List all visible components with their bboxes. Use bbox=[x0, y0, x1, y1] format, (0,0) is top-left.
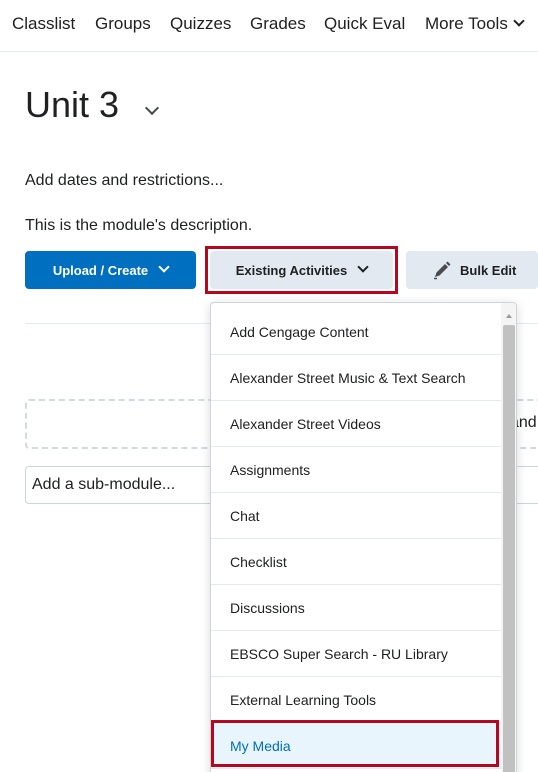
menu-item-alexander-street-music[interactable]: Alexander Street Music & Text Search bbox=[211, 355, 501, 401]
pencil-icon bbox=[432, 260, 452, 280]
menu-item-add-cengage-content[interactable]: Add Cengage Content bbox=[211, 309, 501, 355]
menu-item-my-media[interactable]: My Media bbox=[211, 723, 501, 769]
nav-item-quick-eval[interactable]: Quick Eval bbox=[324, 14, 405, 34]
add-dates-restrictions-link[interactable]: Add dates and restrictions... bbox=[25, 172, 223, 190]
chevron-down-icon[interactable] bbox=[144, 100, 160, 116]
nav-item-classlist[interactable]: Classlist bbox=[12, 14, 75, 34]
menu-item-external-learning-tools[interactable]: External Learning Tools bbox=[211, 677, 501, 723]
menu-item-checklist[interactable]: Checklist bbox=[211, 539, 501, 585]
existing-activities-label: Existing Activities bbox=[235, 262, 348, 278]
more-tools-label: More Tools bbox=[425, 14, 508, 33]
existing-activities-button[interactable]: Existing Activities bbox=[210, 251, 393, 289]
page-title: Unit 3 bbox=[25, 84, 120, 125]
add-submodule-placeholder: Add a sub-module... bbox=[32, 476, 176, 493]
menu-item-alexander-street-videos[interactable]: Alexander Street Videos bbox=[211, 401, 501, 447]
menu-item-ebsco-super-search[interactable]: EBSCO Super Search - RU Library bbox=[211, 631, 501, 677]
menu-item-assignments[interactable]: Assignments bbox=[211, 447, 501, 493]
upload-create-label: Upload / Create bbox=[52, 262, 149, 278]
module-description: This is the module's description. bbox=[25, 217, 253, 234]
upload-create-button[interactable]: Upload / Create bbox=[25, 251, 196, 289]
nav-item-quizzes[interactable]: Quizzes bbox=[170, 14, 231, 34]
existing-activities-menu: Add Cengage Content Alexander Street Mus… bbox=[210, 302, 517, 772]
bulk-edit-label: Bulk Edit bbox=[460, 262, 517, 278]
menu-item-chat[interactable]: Chat bbox=[211, 493, 501, 539]
menu-scrollbar[interactable] bbox=[501, 303, 516, 772]
chevron-down-icon bbox=[158, 261, 170, 273]
top-navigation: Classlist Groups Quizzes Grades Quick Ev… bbox=[0, 0, 538, 52]
chevron-down-icon bbox=[357, 261, 369, 273]
menu-item-discussions[interactable]: Discussions bbox=[211, 585, 501, 631]
nav-item-groups[interactable]: Groups bbox=[95, 14, 151, 34]
scrollbar-thumb[interactable] bbox=[503, 325, 515, 772]
nav-item-grades[interactable]: Grades bbox=[250, 14, 306, 34]
chevron-down-icon bbox=[513, 15, 525, 27]
scroll-up-arrow-icon[interactable] bbox=[506, 314, 512, 318]
bulk-edit-button[interactable]: Bulk Edit bbox=[406, 251, 538, 289]
nav-item-more-tools[interactable]: More Tools bbox=[425, 14, 525, 34]
